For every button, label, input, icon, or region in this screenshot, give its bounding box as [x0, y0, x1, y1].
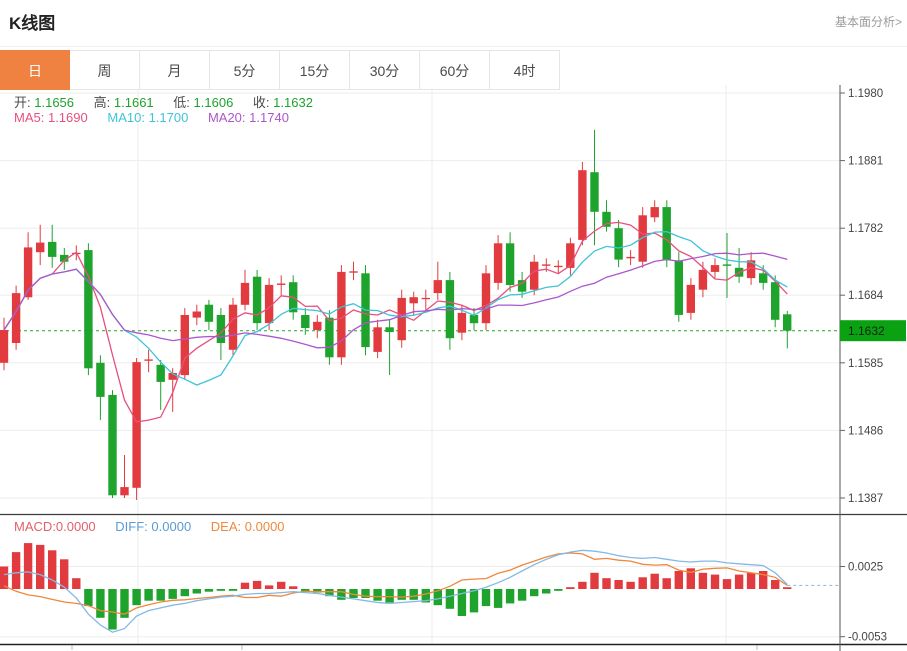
close-value: 1.1632 [273, 95, 313, 110]
fundamental-analysis-link[interactable]: 基本面分析> [835, 13, 902, 30]
tab-4hour[interactable]: 4时 [490, 50, 560, 90]
svg-text:1.1585: 1.1585 [848, 358, 883, 370]
svg-text:1.1980: 1.1980 [848, 88, 883, 100]
close-label: 收: [253, 95, 270, 110]
ma5-value: 1.1690 [48, 110, 88, 125]
ma-legend: MA5: 1.1690 MA10: 1.1700 MA20: 1.1740 [14, 110, 305, 125]
svg-text:-0.0053: -0.0053 [848, 632, 887, 644]
ma20-label: MA20: [208, 110, 246, 125]
diff-value: 0.0000 [151, 519, 191, 534]
macd-label: MACD: [14, 519, 56, 534]
tab-day[interactable]: 日 [0, 50, 70, 90]
svg-text:1.1684: 1.1684 [848, 290, 884, 302]
open-label: 开: [14, 95, 31, 110]
open-value: 1.1656 [34, 95, 74, 110]
tab-30min[interactable]: 30分 [350, 50, 420, 90]
page-header: K线图 基本面分析> [0, 0, 907, 47]
dea-label: DEA: [211, 519, 241, 534]
tab-15min[interactable]: 15分 [280, 50, 350, 90]
ohlc-legend: 开: 1.1656 高: 1.1661 低: 1.1606 收: 1.1632 [14, 92, 329, 111]
page-title: K线图 [9, 9, 55, 34]
tab-5min[interactable]: 5分 [210, 50, 280, 90]
macd-legend: MACD:0.0000 DIFF: 0.0000 DEA: 0.0000 [14, 519, 301, 534]
svg-text:1.1486: 1.1486 [848, 425, 883, 437]
high-label: 高: [94, 95, 111, 110]
kline-page: 1.1980 1.1881 1.1782 1.1684 1.1585 1.1486 1.13… [0, 0, 907, 651]
macd-value: 0.0000 [56, 519, 96, 534]
high-value: 1.1661 [114, 95, 154, 110]
svg-text:1.1881: 1.1881 [848, 156, 883, 168]
svg-text:1.1387: 1.1387 [848, 493, 883, 505]
dea-value: 0.0000 [245, 519, 285, 534]
diff-label: DIFF: [115, 519, 148, 534]
interval-tabbar: 日 周 月 5分 15分 30分 60分 4时 [0, 50, 560, 90]
tab-month[interactable]: 月 [140, 50, 210, 90]
tab-week[interactable]: 周 [70, 50, 140, 90]
svg-text:1.1632: 1.1632 [848, 324, 885, 338]
tab-60min[interactable]: 60分 [420, 50, 490, 90]
ma10-label: MA10: [107, 110, 145, 125]
svg-text:1.1782: 1.1782 [848, 223, 883, 235]
ma10-value: 1.1700 [149, 110, 189, 125]
ma20-value: 1.1740 [249, 110, 289, 125]
ma5-label: MA5: [14, 110, 44, 125]
low-value: 1.1606 [194, 95, 234, 110]
svg-text:0.0025: 0.0025 [848, 562, 883, 574]
low-label: 低: [173, 95, 190, 110]
